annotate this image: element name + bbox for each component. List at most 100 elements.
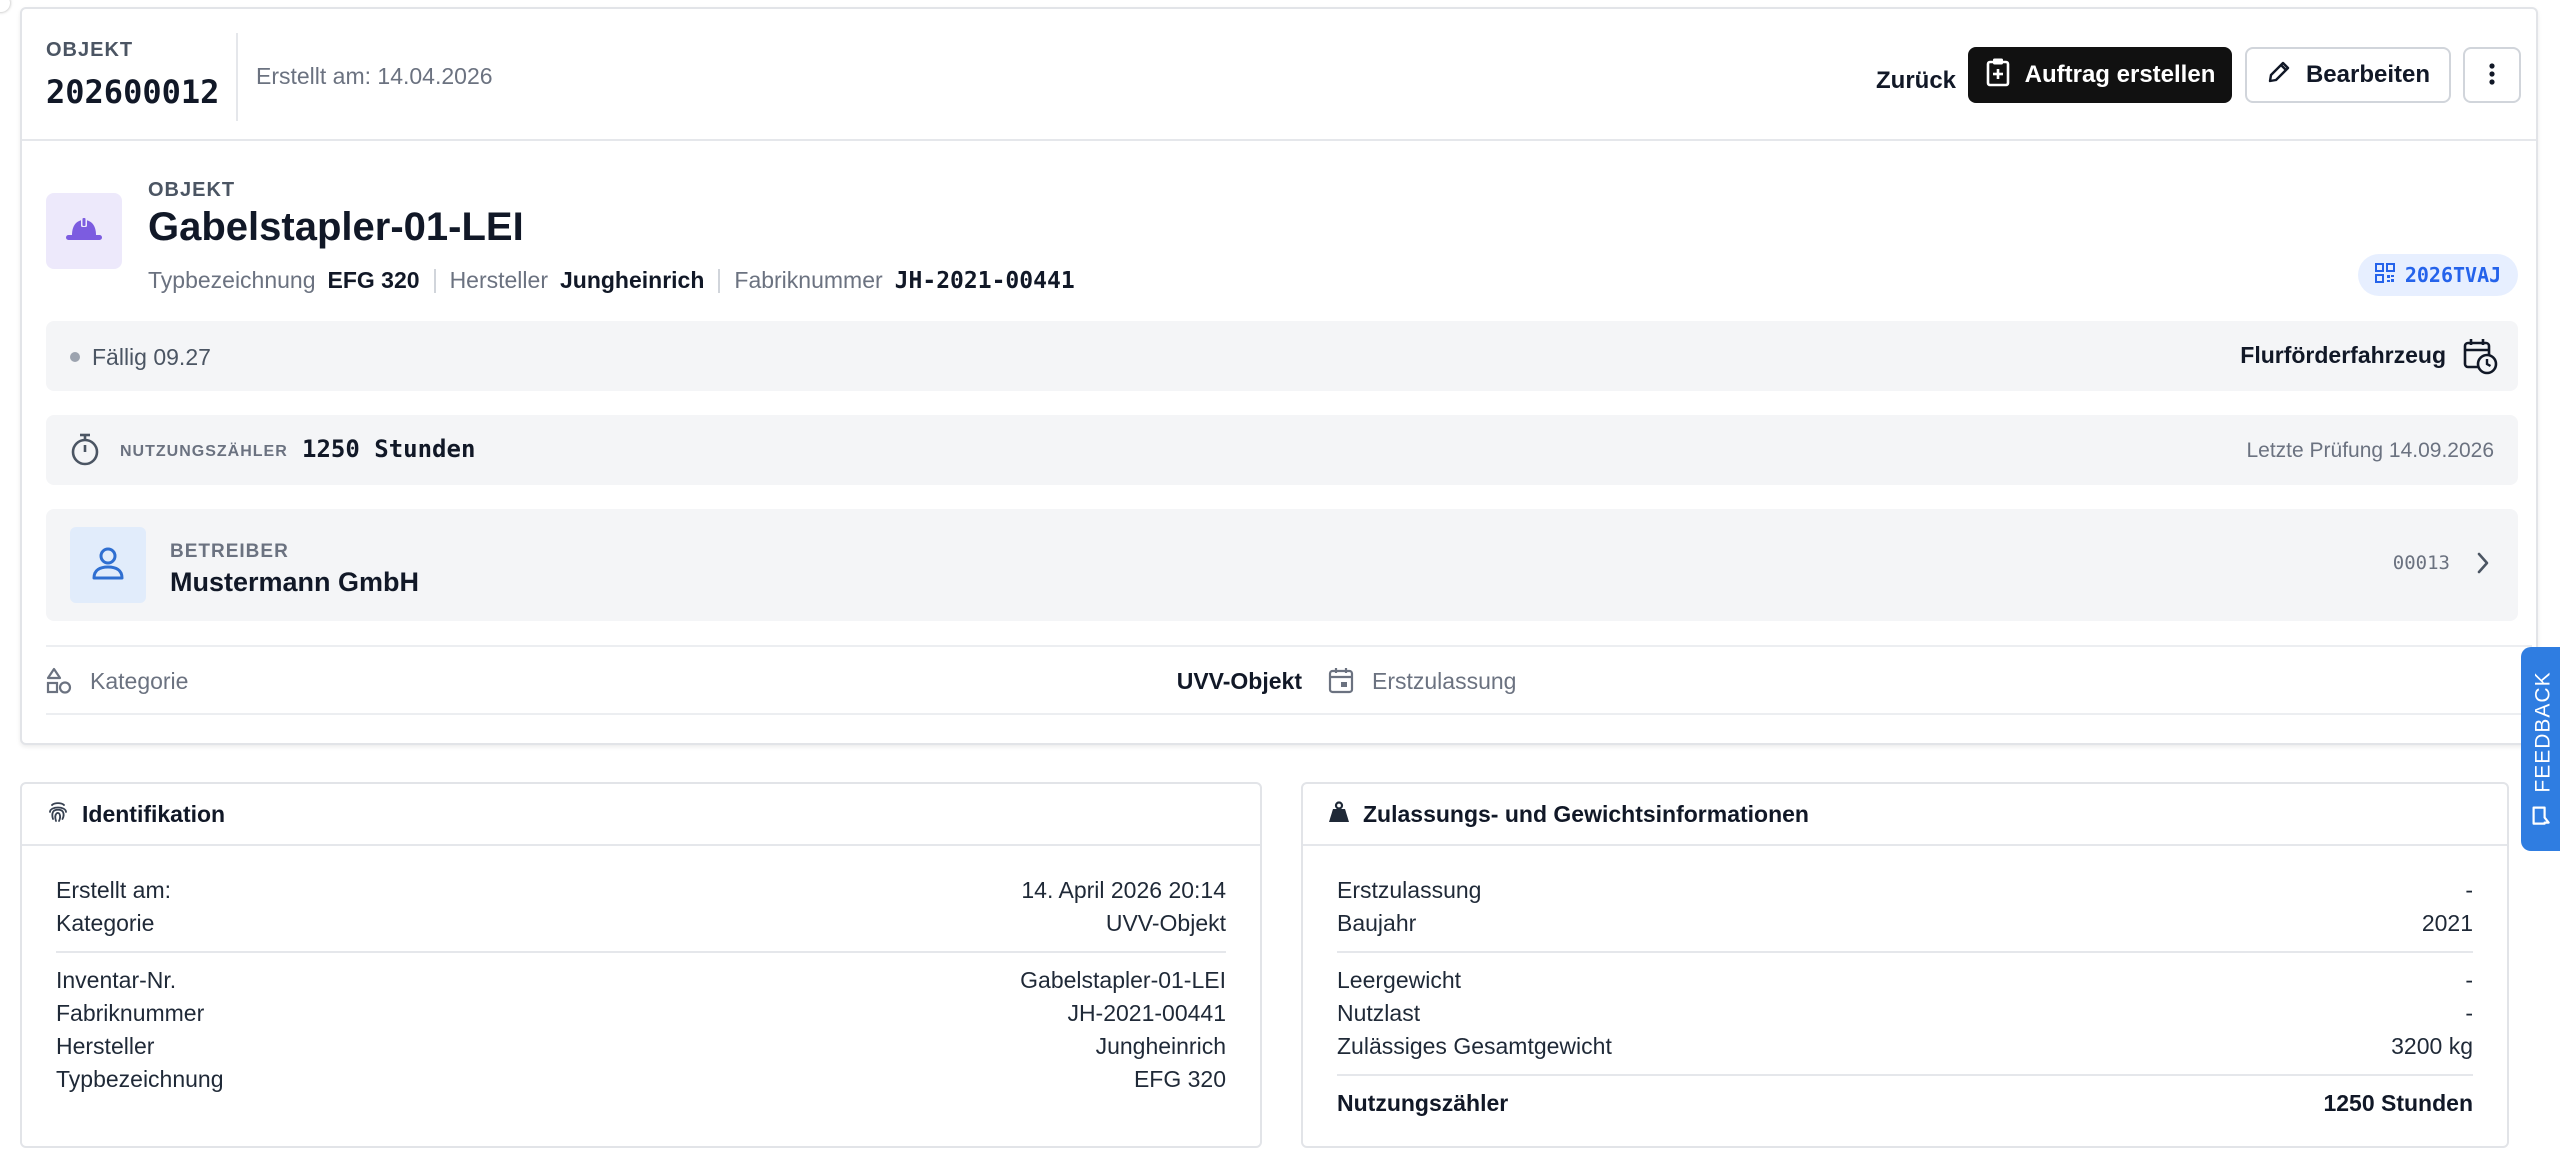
created-date: Erstellt am: 14.04.2026	[256, 63, 493, 89]
attr-type-key: Typbezeichnung	[148, 267, 316, 293]
detail-row: Zulässiges Gesamtgewicht 3200 kg	[1337, 1030, 2473, 1063]
detail-label: Erstellt am:	[56, 877, 172, 903]
more-vertical-icon	[2488, 62, 2496, 89]
detail-value: 2021	[2421, 910, 2473, 936]
qr-code-icon	[2374, 262, 2395, 288]
detail-label: Baujahr	[1337, 910, 1417, 936]
detail-row: Nutzlast -	[1337, 997, 2473, 1030]
detail-label: Nutzungszähler	[1337, 1090, 1509, 1116]
detail-label: Zulässiges Gesamtgewicht	[1337, 1033, 1612, 1059]
detail-row: Fabriknummer JH-2021-00441	[56, 997, 1226, 1030]
detail-label: Inventar-Nr.	[56, 967, 177, 993]
detail-value: 3200 kg	[2391, 1033, 2473, 1059]
detail-label: Erstzulassung	[1337, 877, 1482, 903]
category-label: Kategorie	[90, 668, 189, 694]
detail-row: Leergewicht -	[1337, 964, 2473, 997]
operator-panel[interactable]: BETREIBER Mustermann GmbH 00013	[46, 509, 2518, 621]
header-divider	[236, 33, 238, 121]
usage-counter-label: NUTZUNGSZÄHLER	[120, 443, 288, 460]
vehicle-type: Flurförderfahrzeug	[2240, 342, 2446, 368]
object-card: OBJEKT 202600012 Erstellt am: 14.04.2026…	[20, 7, 2538, 745]
approval-weight-body: Erstzulassung - Baujahr 2021 Leergewicht - …	[1303, 846, 2507, 1120]
first-registration-label: Erstzulassung	[1372, 668, 1517, 694]
shapes-icon	[46, 667, 72, 700]
usage-counter-value: 1250 Stunden	[302, 435, 476, 463]
detail-label: Nutzlast	[1337, 1000, 1421, 1026]
identification-card: Identifikation Erstellt am: 14. April 202…	[20, 782, 1262, 1148]
due-date: Fällig 09.27	[92, 344, 211, 370]
detail-label: Leergewicht	[1337, 967, 1462, 993]
attr-serial-key: Fabriknummer	[734, 267, 883, 293]
detail-value: Gabelstapler-01-LEI	[1020, 967, 1226, 993]
edit-label: Bearbeiten	[2305, 61, 2431, 88]
due-panel: Fällig 09.27 Flurförderfahrzeug	[46, 321, 2518, 391]
attr-divider	[718, 268, 721, 293]
header-eyebrow: OBJEKT	[46, 39, 134, 61]
section-divider	[56, 951, 1226, 953]
calendar-icon	[1328, 666, 1354, 699]
detail-value: 1250 Stunden	[2323, 1090, 2473, 1116]
section-divider	[1337, 1074, 2473, 1076]
detail-value: 14. April 2026 20:14	[1021, 877, 1226, 903]
weight-icon	[1327, 800, 1351, 829]
operator-label: BETREIBER	[170, 541, 289, 562]
operator-name: Mustermann GmbH	[170, 567, 420, 597]
header-bar: OBJEKT 202600012 Erstellt am: 14.04.2026…	[22, 9, 2536, 141]
person-icon	[89, 544, 127, 587]
detail-row: Baujahr 2021	[1337, 907, 2473, 940]
attr-type-value: EFG 320	[327, 267, 420, 293]
detail-row: Typbezeichnung EFG 320	[56, 1063, 1226, 1096]
window-corner-handle	[0, 0, 10, 12]
object-eyebrow: OBJEKT	[148, 179, 236, 201]
chevron-right-icon	[2474, 549, 2492, 582]
chat-bubble-icon	[2530, 805, 2558, 827]
detail-row: Inventar-Nr. Gabelstapler-01-LEI	[56, 964, 1226, 997]
attr-manufacturer-value: Jungheinrich	[559, 267, 705, 293]
hard-hat-icon	[63, 215, 105, 248]
identification-body: Erstellt am: 14. April 2026 20:14 Kategor…	[22, 846, 1260, 1096]
detail-label: Typbezeichnung	[56, 1066, 224, 1092]
detail-value: JH-2021-00441	[1067, 1000, 1226, 1026]
stopwatch-icon	[68, 432, 102, 473]
attr-divider	[433, 268, 436, 293]
qr-code-chip[interactable]: 2026TVAJ	[2358, 254, 2518, 296]
detail-value: -	[2465, 1000, 2473, 1026]
detail-label: Fabriknummer	[56, 1000, 205, 1026]
identification-header: Identifikation	[22, 784, 1260, 846]
detail-row: Hersteller Jungheinrich	[56, 1030, 1226, 1063]
more-options-button[interactable]	[2463, 47, 2521, 103]
create-order-label: Auftrag erstellen	[2024, 61, 2216, 88]
detail-row: Erstellt am: 14. April 2026 20:14	[56, 874, 1226, 907]
back-button[interactable]: Zurück	[1860, 53, 1972, 109]
object-title: Gabelstapler-01-LEI	[148, 205, 524, 249]
qr-code-text: 2026TVAJ	[2404, 263, 2502, 287]
detail-value: -	[2465, 877, 2473, 903]
feedback-label: FEEDBACK	[2532, 671, 2556, 793]
page: OBJEKT 202600012 Erstellt am: 14.04.2026…	[0, 0, 2560, 1155]
detail-label: Kategorie	[56, 910, 155, 936]
object-attributes: Typbezeichnung EFG 320 Hersteller Junghe…	[148, 267, 1075, 294]
create-order-button[interactable]: Auftrag erstellen	[1968, 47, 2232, 103]
object-avatar	[46, 193, 122, 269]
clipboard-plus-icon	[1985, 57, 2011, 94]
attr-serial-value: JH-2021-00441	[894, 267, 1075, 294]
operator-avatar	[70, 527, 146, 603]
detail-value: UVV-Objekt	[1105, 910, 1226, 936]
category-row: Kategorie UVV-Objekt Erstzulassung -	[46, 645, 2532, 715]
back-button-label: Zurück	[1876, 67, 1957, 94]
status-dot	[70, 352, 80, 362]
fingerprint-icon	[46, 800, 70, 829]
object-number: 202600012	[46, 73, 220, 111]
detail-value: EFG 320	[1133, 1066, 1226, 1092]
feedback-tab[interactable]: FEEDBACK	[2521, 647, 2560, 851]
detail-value: Jungheinrich	[1095, 1033, 1226, 1059]
identification-title: Identifikation	[82, 800, 226, 827]
approval-weight-title: Zulassungs- und Gewichtsinformationen	[1363, 800, 1809, 827]
approval-weight-header: Zulassungs- und Gewichtsinformationen	[1303, 784, 2507, 846]
edit-button[interactable]: Bearbeiten	[2245, 47, 2451, 103]
last-inspection: Letzte Prüfung 14.09.2026	[2246, 439, 2494, 462]
section-divider	[1337, 951, 2473, 953]
pencil-icon	[2266, 59, 2292, 92]
attr-manufacturer-key: Hersteller	[449, 267, 548, 293]
category-value: UVV-Objekt	[1176, 668, 1302, 694]
